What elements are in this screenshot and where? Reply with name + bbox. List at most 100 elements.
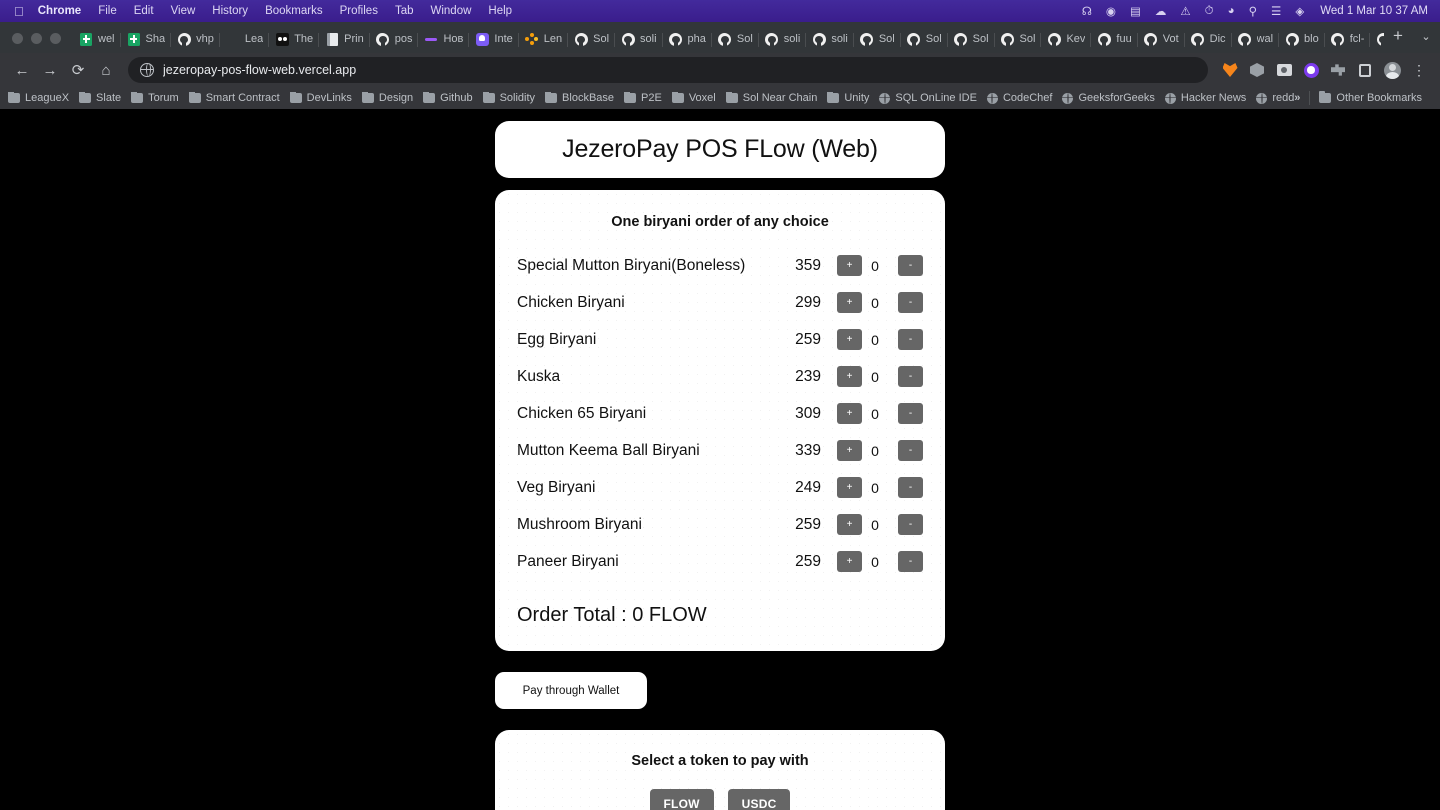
camera-icon[interactable] xyxy=(1271,57,1297,83)
menu-item-help[interactable]: Help xyxy=(488,5,512,17)
browser-tab[interactable]: Sol xyxy=(901,25,948,53)
window-controls[interactable] xyxy=(8,33,73,53)
home-button[interactable]: ⌂ xyxy=(92,56,120,84)
bookmark-other-bookmarks[interactable]: Other Bookmarks xyxy=(1319,90,1422,104)
back-button[interactable]: ← xyxy=(8,56,36,84)
increment-quantity-button[interactable]: + xyxy=(837,440,862,461)
time-machine-icon[interactable]: ⏱ xyxy=(1205,5,1214,18)
browser-tab[interactable]: wal xyxy=(1232,25,1280,53)
browser-tab[interactable]: Dic xyxy=(1185,25,1232,53)
bookmark-item[interactable]: P2E xyxy=(624,92,662,104)
forward-button[interactable]: → xyxy=(36,56,64,84)
chrome-menu-icon[interactable]: ⋮ xyxy=(1406,57,1432,83)
browser-tab[interactable]: Inte xyxy=(469,25,519,53)
browser-tab[interactable]: blo xyxy=(1370,25,1384,53)
browser-tab[interactable]: pha xyxy=(663,25,712,53)
browser-tab[interactable]: Sol xyxy=(948,25,995,53)
bookmark-item[interactable]: Sol Near Chain xyxy=(725,92,817,104)
square-icon[interactable] xyxy=(1352,57,1378,83)
decrement-quantity-button[interactable]: - xyxy=(898,366,923,387)
browser-tab[interactable]: Sol xyxy=(854,25,901,53)
bookmark-item[interactable]: Smart Contract xyxy=(188,92,280,104)
bookmark-item[interactable]: DevLinks xyxy=(289,92,352,104)
decrement-quantity-button[interactable]: - xyxy=(898,329,923,350)
browser-tab[interactable]: Lea xyxy=(220,25,270,53)
decrement-quantity-button[interactable]: - xyxy=(898,514,923,535)
decrement-quantity-button[interactable]: - xyxy=(898,477,923,498)
menu-item-view[interactable]: View xyxy=(171,5,196,17)
browser-tab[interactable]: Kev xyxy=(1041,25,1092,53)
browser-tab[interactable]: soli xyxy=(615,25,663,53)
close-window-button[interactable] xyxy=(12,33,23,44)
menu-item-chrome[interactable]: Chrome xyxy=(38,5,81,17)
new-tab-button[interactable]: + xyxy=(1384,22,1412,50)
decrement-quantity-button[interactable]: - xyxy=(898,255,923,276)
bookmark-item[interactable]: Hacker News xyxy=(1164,92,1246,104)
browser-tab[interactable]: Sol xyxy=(995,25,1042,53)
decrement-quantity-button[interactable]: - xyxy=(898,292,923,313)
bookmark-item[interactable]: Torum xyxy=(131,92,179,104)
browser-tab[interactable]: Sol xyxy=(568,25,616,53)
bookmark-item[interactable]: GeeksforGeeks xyxy=(1062,92,1155,104)
wifi-icon[interactable]: ◕ xyxy=(1228,5,1235,17)
browser-tab[interactable]: fcl- xyxy=(1325,25,1371,53)
browser-tab[interactable]: The xyxy=(269,25,320,53)
bookmark-item[interactable]: Solidity xyxy=(482,92,535,104)
decrement-quantity-button[interactable]: - xyxy=(898,403,923,424)
browser-tab[interactable]: Sol xyxy=(712,25,759,53)
browser-tab[interactable]: wel xyxy=(73,25,121,53)
apple-icon[interactable]:  xyxy=(14,4,24,19)
decrement-quantity-button[interactable]: - xyxy=(898,440,923,461)
bookmark-item[interactable]: Voxel xyxy=(671,92,716,104)
browser-tab[interactable]: soli xyxy=(759,25,807,53)
browser-tab[interactable]: Vot xyxy=(1138,25,1185,53)
bookmark-item[interactable]: BlockBase xyxy=(545,92,614,104)
browser-tab[interactable]: vhp xyxy=(171,25,220,53)
reload-button[interactable]: ⟳ xyxy=(64,56,92,84)
browser-tab[interactable]: pos xyxy=(370,25,419,53)
pay-through-wallet-button[interactable]: Pay through Wallet xyxy=(495,672,647,709)
bookmark-item[interactable]: reddit xyxy=(1256,92,1294,104)
browser-tab[interactable]: Len xyxy=(519,25,569,53)
control-center-icon[interactable]: ☰ xyxy=(1271,4,1281,18)
maximize-window-button[interactable] xyxy=(50,33,61,44)
bookmark-item[interactable]: CodeChef xyxy=(986,92,1052,104)
bookmark-item[interactable]: Design xyxy=(361,92,413,104)
increment-quantity-button[interactable]: + xyxy=(837,292,862,313)
puzzle-piece-icon[interactable] xyxy=(1325,57,1351,83)
battery-icon[interactable]: ▤ xyxy=(1130,4,1141,18)
alert-icon[interactable]: ⚠ xyxy=(1180,4,1190,18)
menu-item-file[interactable]: File xyxy=(98,5,117,17)
purple-ghost-icon[interactable] xyxy=(1298,57,1324,83)
menu-item-tab[interactable]: Tab xyxy=(395,5,414,17)
profile-avatar-icon[interactable] xyxy=(1379,57,1405,83)
browser-tab[interactable]: Hов xyxy=(418,25,470,53)
bookmark-item[interactable]: Slate xyxy=(79,92,121,104)
cube-icon[interactable] xyxy=(1244,57,1270,83)
menu-item-history[interactable]: History xyxy=(212,5,248,17)
bookmark-item[interactable]: LeagueX xyxy=(8,92,69,104)
tab-search-chevron-down-icon[interactable]: ⌄ xyxy=(1412,22,1440,50)
menu-item-bookmarks[interactable]: Bookmarks xyxy=(265,5,323,17)
increment-quantity-button[interactable]: + xyxy=(837,551,862,572)
bookmark-item[interactable]: Unity xyxy=(827,92,869,104)
browser-tab[interactable]: soli xyxy=(806,25,854,53)
decrement-quantity-button[interactable]: - xyxy=(898,551,923,572)
bookmark-item[interactable]: SQL OnLine IDE xyxy=(879,92,977,104)
menubar-clock[interactable]: Wed 1 Mar 10 37 AM xyxy=(1320,5,1428,17)
browser-tab[interactable]: Sha xyxy=(121,25,172,53)
minimize-window-button[interactable] xyxy=(31,33,42,44)
increment-quantity-button[interactable]: + xyxy=(837,403,862,424)
bookmark-item[interactable]: Github xyxy=(423,92,473,104)
token-button-usdc[interactable]: USDC xyxy=(727,789,791,810)
browser-tab[interactable]: fuu xyxy=(1091,25,1138,53)
increment-quantity-button[interactable]: + xyxy=(837,255,862,276)
increment-quantity-button[interactable]: + xyxy=(837,514,862,535)
increment-quantity-button[interactable]: + xyxy=(837,329,862,350)
screen-mirroring-icon[interactable]: ◉ xyxy=(1106,4,1116,18)
metamask-fox-icon[interactable] xyxy=(1217,57,1243,83)
cloud-download-icon[interactable]: ☁ xyxy=(1155,4,1167,18)
menu-item-profiles[interactable]: Profiles xyxy=(340,5,378,17)
token-button-flow[interactable]: FLOW xyxy=(649,789,714,810)
increment-quantity-button[interactable]: + xyxy=(837,366,862,387)
